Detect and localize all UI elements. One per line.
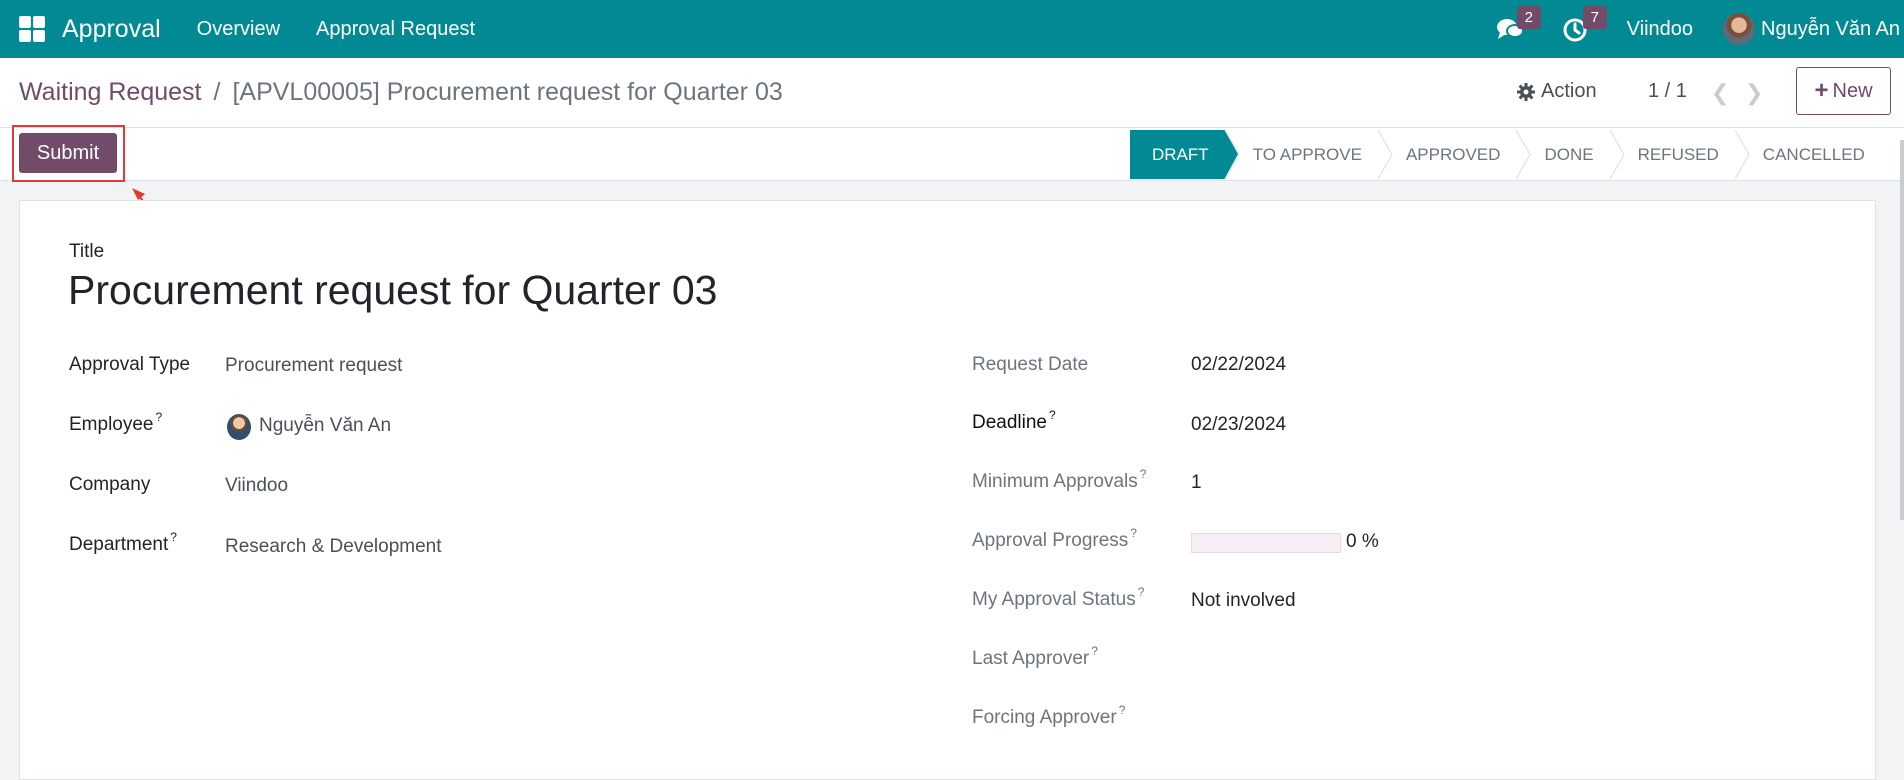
title-label: Title [69, 241, 105, 262]
stage-pipeline: Draft To Approve Approved Done Refused C… [1130, 130, 1881, 179]
breadcrumb-parent[interactable]: Waiting Request [19, 78, 202, 107]
new-button[interactable]: + New [1796, 67, 1891, 115]
help-icon[interactable]: ? [1119, 703, 1126, 717]
company-label: Company [69, 474, 151, 495]
stage-draft-label: Draft [1152, 144, 1209, 164]
help-icon[interactable]: ? [156, 410, 163, 424]
approval-progress-label: Approval Progress? [972, 526, 1137, 551]
stage-to-approve[interactable]: To Approve [1224, 130, 1378, 179]
messages-button[interactable]: 2 [1495, 6, 1541, 44]
user-avatar[interactable] [1723, 13, 1755, 45]
forcing-approver-label: Forcing Approver? [972, 703, 1126, 728]
request-date-field[interactable]: 02/22/2024 [1191, 354, 1286, 376]
control-panel: Waiting Request / [APVL00005] Procuremen… [0, 58, 1904, 128]
plus-icon: + [1814, 77, 1829, 104]
stage-cancelled-label: Cancelled [1762, 144, 1865, 164]
department-field[interactable]: Research & Development [225, 536, 442, 558]
messages-badge: 2 [1516, 6, 1541, 29]
stage-approved[interactable]: Approved [1377, 130, 1516, 179]
stage-separator-icon [1224, 130, 1240, 179]
activities-badge: 7 [1582, 6, 1607, 29]
company-field[interactable]: Viindoo [225, 475, 288, 497]
approval-progress-bar [1191, 533, 1341, 553]
pager-value[interactable]: 1 / 1 [1648, 80, 1687, 103]
user-menu[interactable]: Nguyễn Văn An [1761, 18, 1900, 41]
deadline-label: Deadline? [972, 408, 1056, 433]
min-approvals-field: 1 [1191, 472, 1202, 493]
stage-draft[interactable]: Draft [1130, 130, 1238, 179]
stage-refused[interactable]: Refused [1609, 130, 1735, 179]
last-approver-label: Last Approver? [972, 644, 1098, 669]
approval-type-label: Approval Type [69, 354, 191, 375]
deadline-field[interactable]: 02/23/2024 [1191, 414, 1286, 436]
status-bar: Submit Draft To Approve Approved Done Re… [0, 125, 1904, 182]
request-date-label: Request Date [972, 354, 1089, 375]
min-approvals-label: Minimum Approvals? [972, 467, 1147, 492]
breadcrumb-separator: / [213, 78, 221, 106]
my-approval-status-field: Not involved [1191, 590, 1296, 611]
employee-avatar [227, 414, 251, 440]
apps-menu-icon[interactable] [19, 16, 45, 42]
stage-cancelled[interactable]: Cancelled [1734, 130, 1881, 179]
app-name[interactable]: Approval [62, 15, 161, 44]
new-label: New [1832, 79, 1873, 102]
pager-previous-icon[interactable]: ❮ [1711, 80, 1729, 106]
employee-label: Employee? [69, 410, 163, 435]
activities-button[interactable]: 7 [1561, 6, 1607, 44]
stage-approved-label: Approved [1405, 144, 1501, 164]
employee-field[interactable]: Nguyễn Văn An [259, 415, 391, 437]
approval-type-field[interactable]: Procurement request [225, 355, 402, 377]
breadcrumb-current: [APVL00005] Procurement request for Quar… [232, 78, 783, 106]
stage-separator-icon [1515, 130, 1532, 179]
action-label: Action [1541, 80, 1597, 102]
stage-refused-label: Refused [1637, 144, 1719, 164]
gear-icon [1517, 82, 1535, 101]
menu-overview[interactable]: Overview [197, 18, 280, 41]
form-sheet: Title Procurement request for Quarter 03… [19, 200, 1876, 780]
action-button[interactable]: Action [1517, 80, 1597, 103]
help-icon[interactable]: ? [1138, 585, 1145, 599]
title-field[interactable]: Procurement request for Quarter 03 [68, 267, 717, 314]
department-label: Department? [69, 530, 177, 555]
menu-approval-request[interactable]: Approval Request [316, 18, 475, 41]
help-icon[interactable]: ? [1140, 467, 1147, 481]
top-navbar: Approval Overview Approval Request 2 7 V… [0, 0, 1904, 58]
help-icon[interactable]: ? [1091, 644, 1098, 658]
stage-done[interactable]: Done [1515, 130, 1609, 179]
stage-done-label: Done [1544, 144, 1594, 164]
approval-progress-text: 0 % [1346, 531, 1379, 552]
stage-separator-icon [1377, 130, 1393, 179]
pager-next-icon[interactable]: ❯ [1745, 80, 1763, 106]
help-icon[interactable]: ? [170, 530, 177, 544]
help-icon[interactable]: ? [1130, 526, 1137, 540]
my-approval-status-label: My Approval Status? [972, 585, 1145, 610]
stage-to-approve-label: To Approve [1252, 144, 1362, 164]
breadcrumb: Waiting Request / [APVL00005] Procuremen… [19, 78, 783, 107]
stage-separator-icon [1734, 130, 1750, 179]
submit-button[interactable]: Submit [19, 133, 117, 173]
company-switcher[interactable]: Viindoo [1627, 18, 1693, 41]
scrollbar[interactable] [1900, 140, 1904, 520]
stage-separator-icon [1609, 130, 1625, 179]
help-icon[interactable]: ? [1049, 408, 1056, 422]
